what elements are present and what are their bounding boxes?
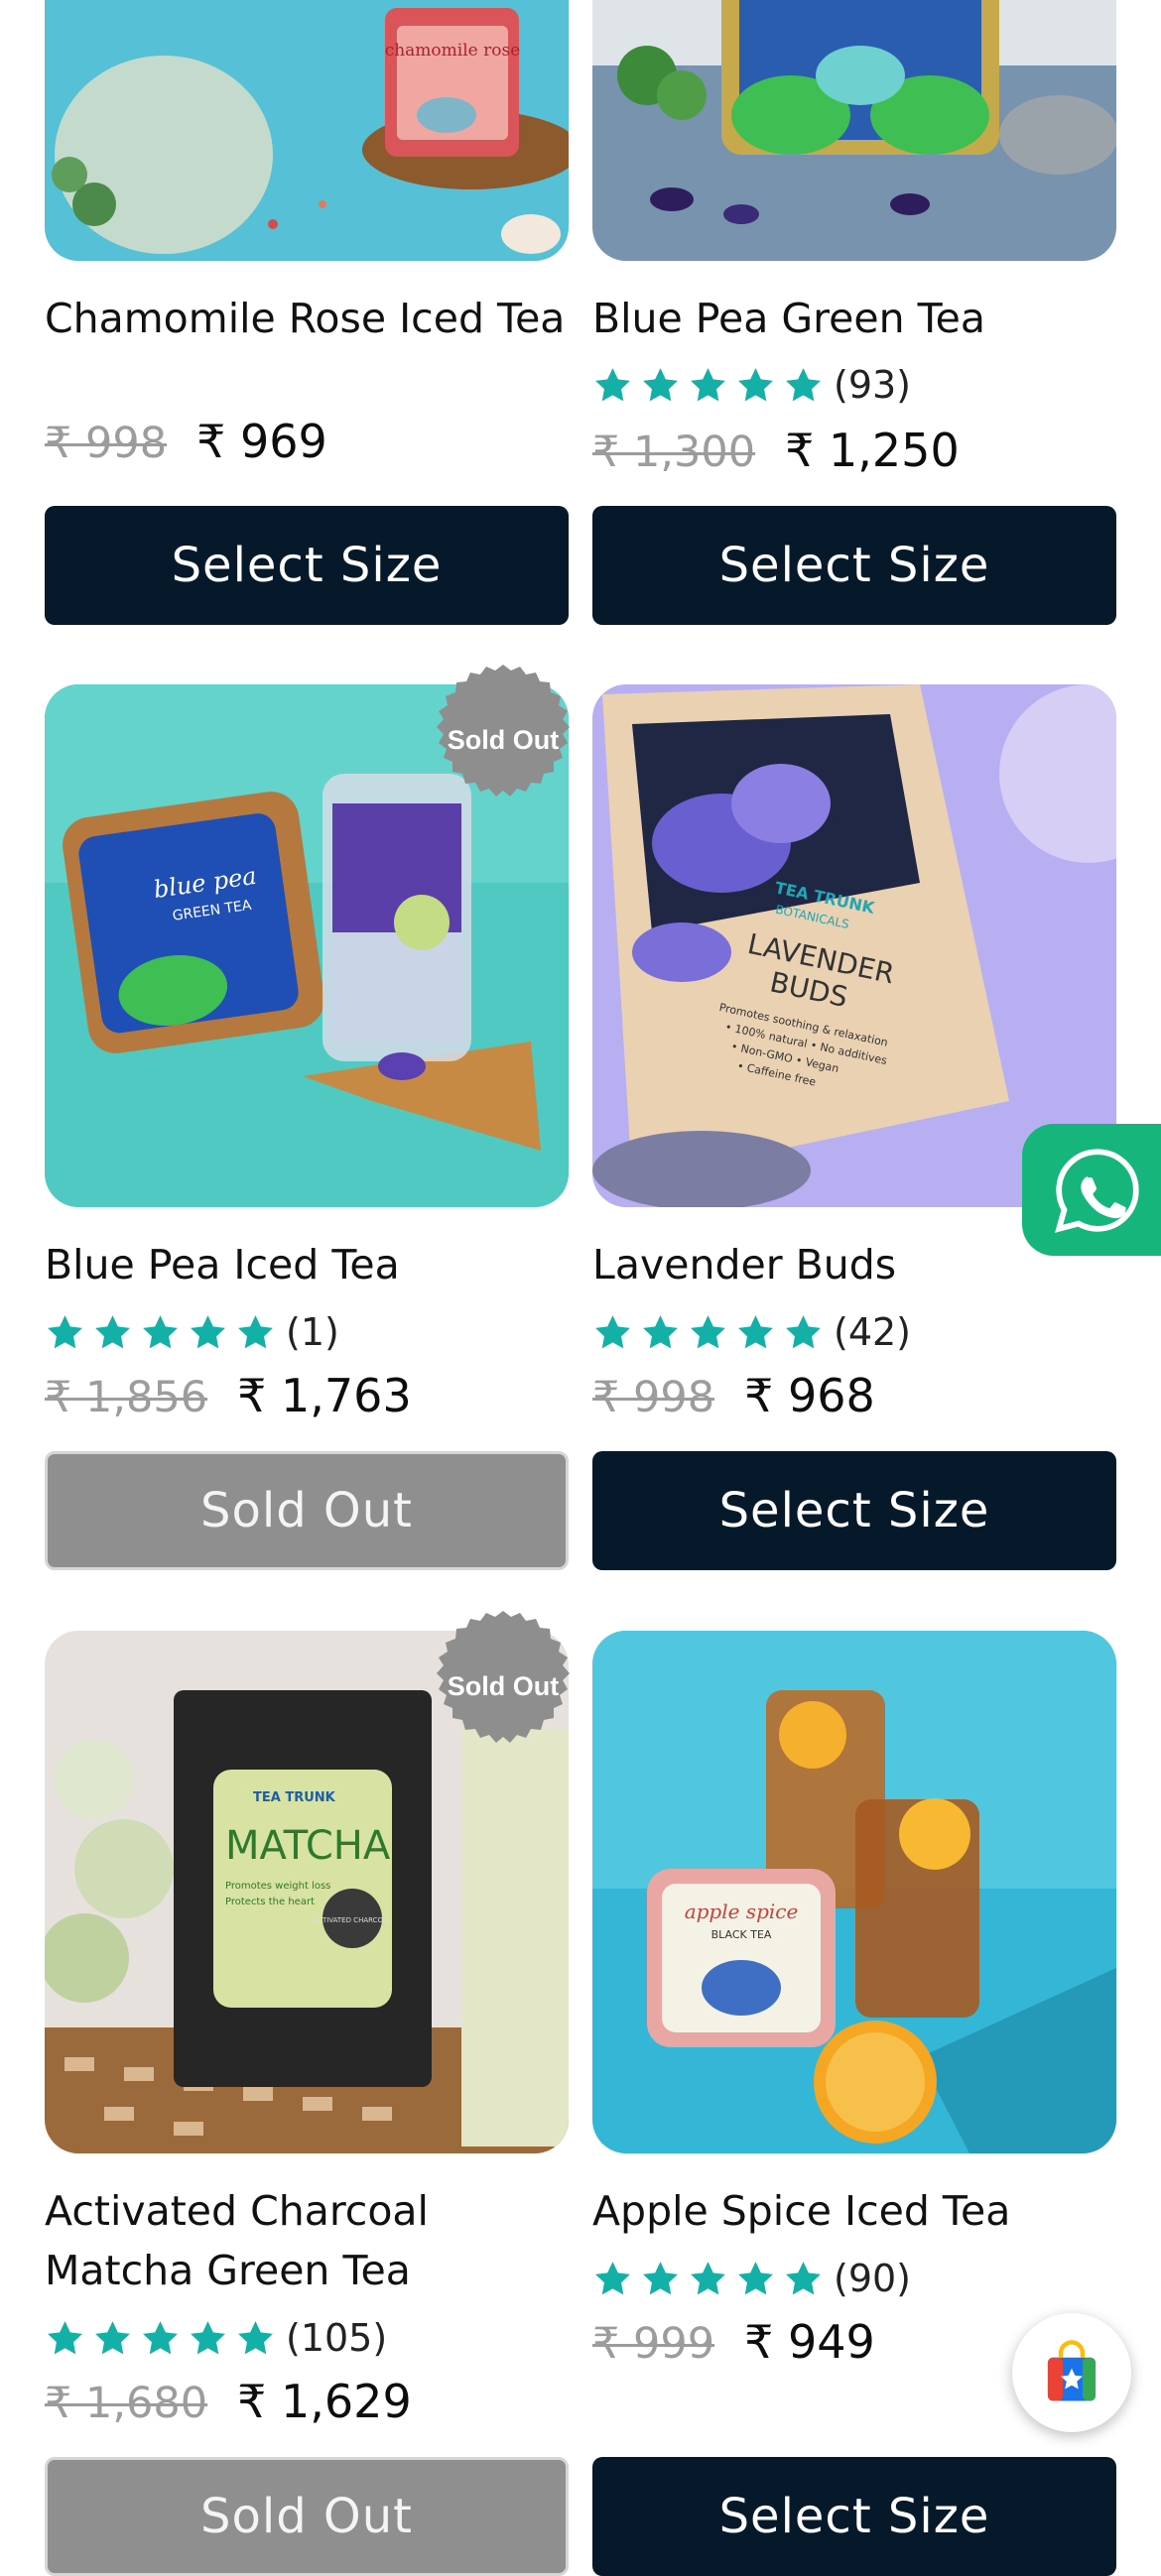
sold-out-button[interactable]: Sold Out <box>45 2457 569 2576</box>
select-size-button[interactable]: Select Size <box>592 1451 1116 1570</box>
price-row: ₹ 1,680 ₹ 1,629 <box>45 2375 412 2428</box>
original-price: ₹ 1,856 <box>45 1373 208 1422</box>
product-name[interactable]: Apple Spice Iced Tea <box>592 2181 1116 2241</box>
star-icon <box>735 2259 776 2299</box>
star-rating <box>45 2318 276 2359</box>
star-rating <box>592 2259 824 2299</box>
star-icon <box>188 1312 228 1353</box>
sale-price: ₹ 968 <box>744 1369 875 1422</box>
star-icon <box>592 365 633 406</box>
sold-out-badge-label: Sold Out <box>447 1670 560 1701</box>
price-row: ₹ 1,300 ₹ 1,250 <box>592 424 960 477</box>
blue-pea-green-tea-photo <box>592 0 1116 261</box>
star-icon <box>783 2259 824 2299</box>
star-icon <box>735 365 776 406</box>
svg-text:apple spice: apple spice <box>685 1900 799 1923</box>
svg-text:TEA TRUNK: TEA TRUNK <box>253 1790 336 1805</box>
whatsapp-icon <box>1055 1148 1139 1233</box>
star-icon <box>235 1312 276 1353</box>
original-price: ₹ 1,680 <box>45 2379 208 2428</box>
star-icon <box>783 365 824 406</box>
apple-spice-iced-tea-photo: apple spice BLACK TEA <box>592 1631 1116 2153</box>
review-count: (93) <box>834 363 912 407</box>
star-icon <box>92 2318 133 2359</box>
price-row: ₹ 1,856 ₹ 1,763 <box>45 1369 412 1422</box>
product-name[interactable]: Chamomile Rose Iced Tea <box>45 289 569 348</box>
product-image[interactable] <box>592 0 1116 261</box>
svg-text:ACTIVATED CHARCOAL: ACTIVATED CHARCOAL <box>313 1916 391 1924</box>
select-size-button[interactable]: Select Size <box>592 2457 1116 2576</box>
star-icon <box>688 1312 728 1353</box>
star-icon <box>592 1312 633 1353</box>
rating-row: (1) <box>45 1307 339 1357</box>
price-row: ₹ 998 ₹ 969 <box>45 415 327 468</box>
star-icon <box>783 1312 824 1353</box>
star-icon <box>592 2259 633 2299</box>
star-icon <box>188 2318 228 2359</box>
sale-price: ₹ 1,629 <box>237 2375 412 2428</box>
review-count: (42) <box>834 1310 912 1354</box>
star-icon <box>140 1312 181 1353</box>
rating-row: (42) <box>592 1307 911 1357</box>
rating-row: (90) <box>592 2254 911 2303</box>
star-icon <box>688 2259 728 2299</box>
star-rating <box>45 1312 276 1353</box>
star-icon <box>640 2259 681 2299</box>
star-icon <box>640 365 681 406</box>
svg-text:chamomile rose: chamomile rose <box>385 41 521 61</box>
svg-text:MATCHA: MATCHA <box>225 1823 391 1869</box>
shopping-bag-star-icon <box>1047 2340 1096 2401</box>
star-icon <box>140 2318 181 2359</box>
product-image[interactable]: apple spice BLACK TEA <box>592 1631 1116 2153</box>
svg-text:Protects the heart: Protects the heart <box>225 1897 315 1907</box>
rating-row: (93) <box>592 360 911 410</box>
sold-out-badge-label: Sold Out <box>447 724 560 755</box>
star-icon <box>640 1312 681 1353</box>
svg-text:Promotes weight loss: Promotes weight loss <box>225 1881 330 1892</box>
star-icon <box>45 2318 85 2359</box>
product-name[interactable]: Activated Charcoal Matcha Green Tea <box>45 2181 569 2300</box>
star-icon <box>45 1312 85 1353</box>
star-rating <box>592 1312 824 1353</box>
original-price: ₹ 1,300 <box>592 428 756 477</box>
rating-row: (105) <box>45 2313 387 2363</box>
sale-price: ₹ 1,763 <box>237 1369 412 1422</box>
sale-price: ₹ 1,250 <box>785 424 960 477</box>
product-image[interactable]: chamomile rose <box>45 0 569 261</box>
select-size-button[interactable]: Select Size <box>45 506 569 625</box>
star-icon <box>688 365 728 406</box>
svg-text:BLACK TEA: BLACK TEA <box>711 1928 772 1941</box>
star-icon <box>92 1312 133 1353</box>
original-price: ₹ 998 <box>45 419 168 468</box>
review-count: (105) <box>286 2316 388 2360</box>
review-count: (1) <box>286 1310 339 1354</box>
sold-out-button[interactable]: Sold Out <box>45 1451 569 1570</box>
star-rating <box>592 365 824 406</box>
original-price: ₹ 998 <box>592 1373 715 1422</box>
whatsapp-chat-button[interactable] <box>1022 1124 1161 1256</box>
product-name[interactable]: Blue Pea Iced Tea <box>45 1235 569 1294</box>
sold-out-badge: Sold Out <box>424 1607 582 1766</box>
sale-price: ₹ 969 <box>196 415 327 468</box>
star-icon <box>735 1312 776 1353</box>
original-price: ₹ 999 <box>592 2319 715 2369</box>
chamomile-product-photo: chamomile rose <box>45 0 569 261</box>
sold-out-badge: Sold Out <box>424 661 582 819</box>
sale-price: ₹ 949 <box>744 2315 875 2369</box>
product-name[interactable]: Blue Pea Green Tea <box>592 289 1116 348</box>
store-shopping-button[interactable] <box>1012 2313 1131 2432</box>
price-row: ₹ 999 ₹ 949 <box>592 2315 875 2369</box>
star-icon <box>235 2318 276 2359</box>
review-count: (90) <box>834 2257 912 2300</box>
price-row: ₹ 998 ₹ 968 <box>592 1369 875 1422</box>
select-size-button[interactable]: Select Size <box>592 506 1116 625</box>
